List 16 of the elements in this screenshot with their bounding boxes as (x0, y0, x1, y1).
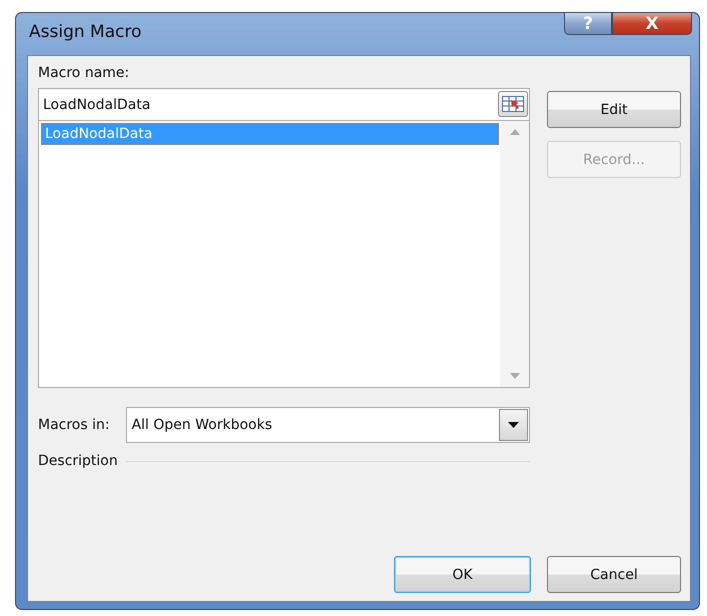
scroll-down-icon[interactable] (510, 373, 520, 379)
macro-name-label: Macro name: (38, 65, 130, 81)
range-select-button[interactable] (498, 91, 528, 117)
dropdown-button[interactable] (499, 409, 528, 441)
macro-name-field[interactable]: LoadNodalData (38, 88, 530, 121)
ok-button[interactable]: OK (394, 556, 531, 593)
edit-button[interactable]: Edit (547, 91, 681, 128)
scroll-up-icon[interactable] (510, 129, 520, 135)
scrollbar[interactable] (500, 121, 529, 387)
macros-in-label: Macros in: (38, 417, 110, 433)
macros-in-dropdown[interactable]: All Open Workbooks (126, 407, 530, 443)
close-button[interactable]: X (612, 13, 692, 35)
caret-icon (508, 422, 519, 428)
window-title: Assign Macro (29, 22, 142, 42)
cancel-button[interactable]: Cancel (547, 556, 681, 593)
description-label: Description (38, 453, 118, 469)
